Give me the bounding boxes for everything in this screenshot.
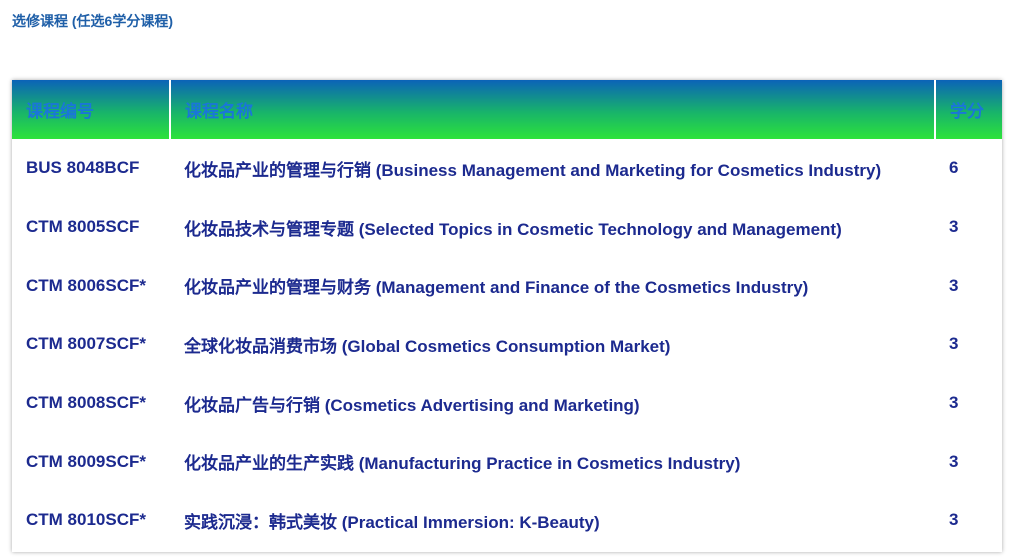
table-row: CTM 8009SCF* 化妆品产业的生产实践 (Manufacturing P… bbox=[12, 432, 1002, 491]
header-course-code: 课程编号 bbox=[12, 80, 171, 139]
course-name-cell: 化妆品产业的生产实践 (Manufacturing Practice in Co… bbox=[184, 454, 741, 474]
course-code-cell: CTM 8005SCF bbox=[26, 217, 140, 237]
course-code-cell: CTM 8007SCF* bbox=[26, 334, 146, 354]
header-course-name: 课程名称 bbox=[170, 80, 936, 139]
course-credits-cell: 3 bbox=[949, 217, 959, 237]
course-credits-cell: 3 bbox=[949, 334, 959, 354]
course-credits-cell: 3 bbox=[949, 510, 959, 530]
table-row: CTM 8006SCF* 化妆品产业的管理与财务 (Management and… bbox=[12, 256, 1002, 315]
course-code-cell: CTM 8006SCF* bbox=[26, 275, 146, 295]
course-name-cell: 化妆品产业的管理与行销 (Business Management and Mar… bbox=[184, 160, 882, 180]
course-code-cell: CTM 8008SCF* bbox=[26, 393, 146, 413]
course-name-cell: 全球化妆品消费市场 (Global Cosmetics Consumption … bbox=[184, 336, 671, 356]
course-name-cell: 实践沉浸：韩式美妆 (Practical Immersion: K-Beauty… bbox=[184, 512, 600, 532]
section-title: 选修课程 (任选6学分课程) bbox=[12, 13, 173, 29]
course-name-cell: 化妆品技术与管理专题 (Selected Topics in Cosmetic … bbox=[184, 219, 842, 239]
header-credits: 学分 bbox=[935, 80, 1002, 139]
course-credits-cell: 3 bbox=[949, 451, 959, 471]
elective-courses-table: 课程编号 课程名称 学分 BUS 8048BCF 化妆品产业的管理与行销 (Bu… bbox=[12, 80, 1002, 552]
course-code-cell: CTM 8010SCF* bbox=[26, 510, 146, 530]
table-row: CTM 8007SCF* 全球化妆品消费市场 (Global Cosmetics… bbox=[12, 315, 1002, 374]
course-code-cell: CTM 8009SCF* bbox=[26, 451, 146, 471]
course-credits-cell: 6 bbox=[949, 158, 959, 178]
course-name-cell: 化妆品产业的管理与财务 (Management and Finance of t… bbox=[184, 278, 809, 298]
table-row: CTM 8005SCF 化妆品技术与管理专题 (Selected Topics … bbox=[12, 198, 1002, 257]
course-credits-cell: 3 bbox=[949, 393, 959, 413]
course-name-cell: 化妆品广告与行销 (Cosmetics Advertising and Mark… bbox=[184, 395, 640, 415]
course-code-cell: BUS 8048BCF bbox=[26, 158, 140, 178]
course-credits-cell: 3 bbox=[949, 275, 959, 295]
table-row: BUS 8048BCF 化妆品产业的管理与行销 (Business Manage… bbox=[12, 139, 1002, 198]
table-row: CTM 8010SCF* 实践沉浸：韩式美妆 (Practical Immers… bbox=[12, 491, 1002, 550]
table-row: CTM 8008SCF* 化妆品广告与行销 (Cosmetics Adverti… bbox=[12, 374, 1002, 433]
table-header-row: 课程编号 课程名称 学分 bbox=[12, 80, 1002, 139]
